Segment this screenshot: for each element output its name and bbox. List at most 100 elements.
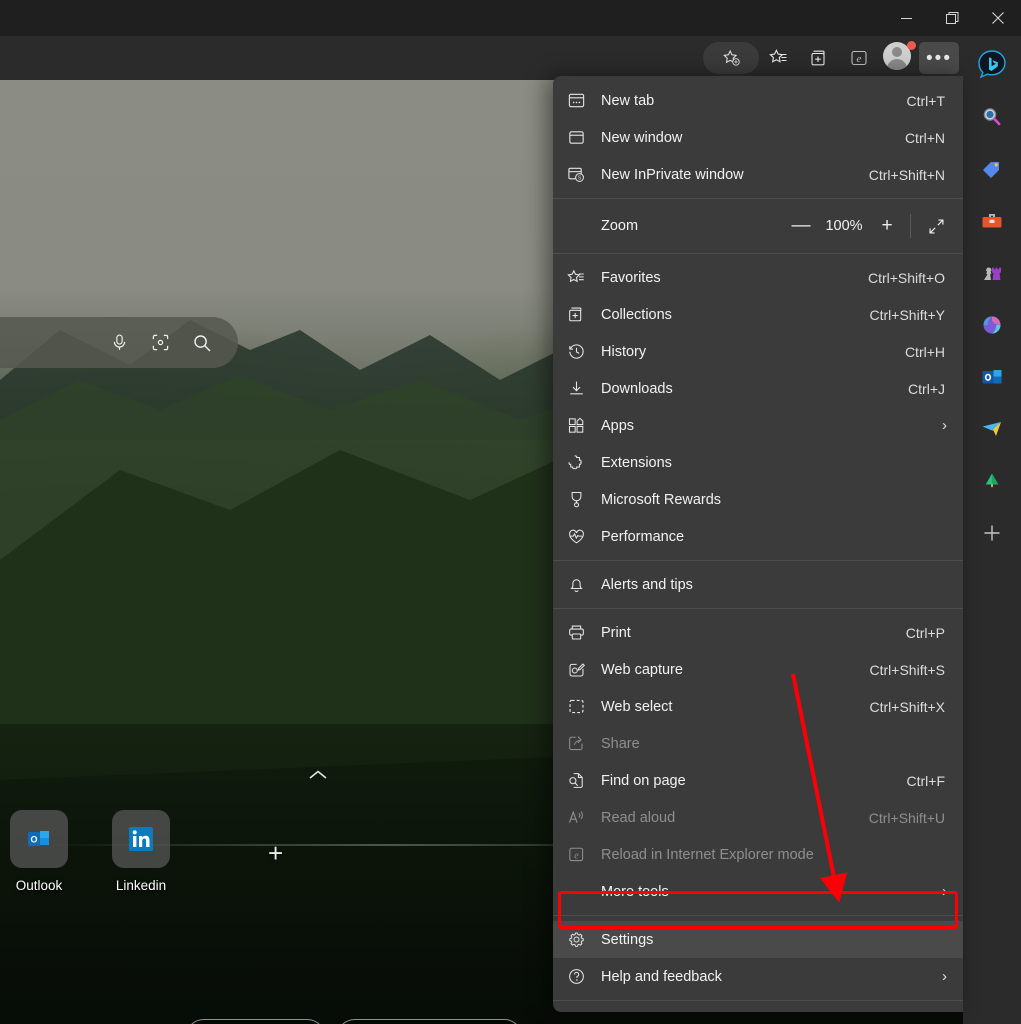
sidebar-item-copilot-bing[interactable] [972, 46, 1012, 84]
add-shortcut-button[interactable]: + [268, 838, 283, 869]
menu-separator [553, 1000, 963, 1001]
menu-item-accelerator: Ctrl+Shift+O [867, 269, 945, 286]
chevron-right-icon: › [942, 417, 947, 434]
zoom-in-button[interactable]: + [870, 211, 904, 241]
menu-item-web-select[interactable]: Web select Ctrl+Shift+X [553, 688, 963, 725]
fullscreen-icon[interactable] [919, 211, 953, 241]
collections-icon [567, 305, 601, 324]
sidebar-item-tools[interactable] [972, 202, 1012, 240]
favorites-icon [567, 268, 601, 287]
window-controls [883, 0, 1021, 36]
collapse-chevron-up-icon[interactable] [308, 766, 328, 786]
bell-icon [567, 575, 601, 594]
profile-button[interactable] [879, 41, 919, 74]
menu-item-new-tab[interactable]: New tab Ctrl+T [553, 82, 963, 119]
menu-item-history[interactable]: History Ctrl+H [553, 333, 963, 370]
microsoft-365-icon [983, 316, 1001, 334]
print-icon [567, 623, 601, 642]
sidebar-item-drop[interactable] [972, 462, 1012, 500]
menu-item-close-microsoft-edge[interactable]: Close Microsoft Edge [553, 1006, 963, 1012]
sidebar-item-customize[interactable] [972, 514, 1012, 552]
menu-item-alerts-and-tips[interactable]: Alerts and tips [553, 566, 963, 603]
web-select-icon [567, 697, 601, 716]
minimize-button[interactable] [883, 0, 929, 36]
sidebar-item-office[interactable] [972, 306, 1012, 344]
downloads-icon [567, 379, 601, 398]
menu-separator [553, 608, 963, 609]
menu-item-new-inprivate-window[interactable]: S New InPrivate window Ctrl+Shift+N [553, 156, 963, 193]
shortcut-outlook[interactable]: O Outlook [8, 810, 70, 893]
sidebar-item-games[interactable] [972, 254, 1012, 292]
menu-item-accelerator: Ctrl+Shift+Y [869, 306, 945, 323]
new-window-icon [567, 128, 601, 147]
chevron-right-icon: › [942, 883, 947, 900]
apps-icon [567, 416, 601, 435]
shortcut-label: Linkedin [115, 878, 167, 893]
sidebar-item-paper-plane[interactable] [972, 410, 1012, 448]
ie-mode-button[interactable]: e [839, 42, 879, 74]
maximize-restore-button[interactable] [929, 0, 975, 36]
search-box[interactable] [0, 317, 238, 368]
menu-item-label: New InPrivate window [601, 166, 744, 183]
menu-item-microsoft-rewards[interactable]: Microsoft Rewards [553, 481, 963, 518]
zoom-out-button[interactable]: — [784, 211, 818, 241]
menu-item-read-aloud: Read aloud Ctrl+Shift+U [553, 799, 963, 836]
menu-item-accelerator: Ctrl+P [905, 624, 945, 641]
tree-icon [985, 473, 999, 488]
add-favorite-button[interactable] [703, 42, 759, 74]
search-icon[interactable] [192, 333, 212, 353]
menu-item-label: Read aloud [601, 809, 676, 826]
microphone-icon[interactable] [110, 333, 129, 352]
menu-item-accelerator: Ctrl+Shift+U [868, 809, 945, 826]
internet-explorer-icon: e [567, 845, 601, 864]
menu-item-share: Share [553, 725, 963, 762]
svg-text:e: e [857, 53, 862, 65]
menu-item-help-and-feedback[interactable]: Help and feedback › [553, 958, 963, 995]
menu-item-performance[interactable]: Performance [553, 518, 963, 555]
close-button[interactable] [975, 0, 1021, 36]
menu-item-collections[interactable]: Collections Ctrl+Shift+Y [553, 296, 963, 333]
price-tag-icon [983, 162, 999, 178]
menu-item-downloads[interactable]: Downloads Ctrl+J [553, 370, 963, 407]
collections-button[interactable] [799, 42, 839, 74]
sidebar-item-shopping[interactable] [972, 150, 1012, 188]
menu-item-print[interactable]: Print Ctrl+P [553, 614, 963, 651]
menu-item-extensions[interactable]: Extensions [553, 444, 963, 481]
menu-item-favorites[interactable]: Favorites Ctrl+Shift+O [553, 259, 963, 296]
ellipsis-icon: ••• [926, 47, 952, 69]
avatar [883, 41, 916, 74]
menu-item-label: Reload in Internet Explorer mode [601, 846, 814, 863]
visual-search-icon[interactable] [151, 333, 170, 352]
content-visibility-button[interactable]: Content partially visible [336, 1019, 522, 1024]
favorites-button[interactable] [759, 42, 799, 74]
title-bar [0, 0, 1021, 36]
avatar-notification-dot [907, 41, 916, 50]
menu-item-web-capture[interactable]: Web capture Ctrl+Shift+S [553, 651, 963, 688]
menu-item-more-tools[interactable]: More tools › [553, 873, 963, 910]
star-plus-icon [722, 49, 740, 66]
settings-and-more-button[interactable]: ••• [919, 42, 959, 74]
sidebar-item-outlook[interactable] [972, 358, 1012, 396]
collections-icon [811, 50, 825, 66]
menu-item-settings[interactable]: Settings [553, 921, 963, 958]
menu-item-label: Extensions [601, 454, 672, 471]
menu-item-accelerator: Ctrl+T [906, 92, 946, 109]
menu-item-label: Performance [601, 528, 685, 545]
sidebar-item-search[interactable] [972, 98, 1012, 136]
menu-item-label: Share [601, 735, 640, 752]
personalize-button[interactable]: Personalize [186, 1019, 325, 1024]
bing-copilot-icon [978, 50, 1006, 79]
chess-icon [984, 267, 1001, 280]
menu-item-new-window[interactable]: New window Ctrl+N [553, 119, 963, 156]
menu-item-apps[interactable]: Apps › [553, 407, 963, 444]
menu-item-label: Web select [601, 698, 673, 715]
menu-separator [553, 198, 963, 199]
menu-item-find-on-page[interactable]: Find on page Ctrl+F [553, 762, 963, 799]
internet-explorer-icon: e [851, 50, 867, 66]
menu-item-label: Find on page [601, 772, 686, 789]
menu-item-label: Collections [601, 306, 672, 323]
zoom-label: Zoom [601, 218, 639, 234]
shortcut-linkedin[interactable]: Linkedin [110, 810, 172, 893]
menu-item-reload-in-ie-mode: e Reload in Internet Explorer mode [553, 836, 963, 873]
menu-item-accelerator: Ctrl+Shift+N [868, 166, 945, 183]
